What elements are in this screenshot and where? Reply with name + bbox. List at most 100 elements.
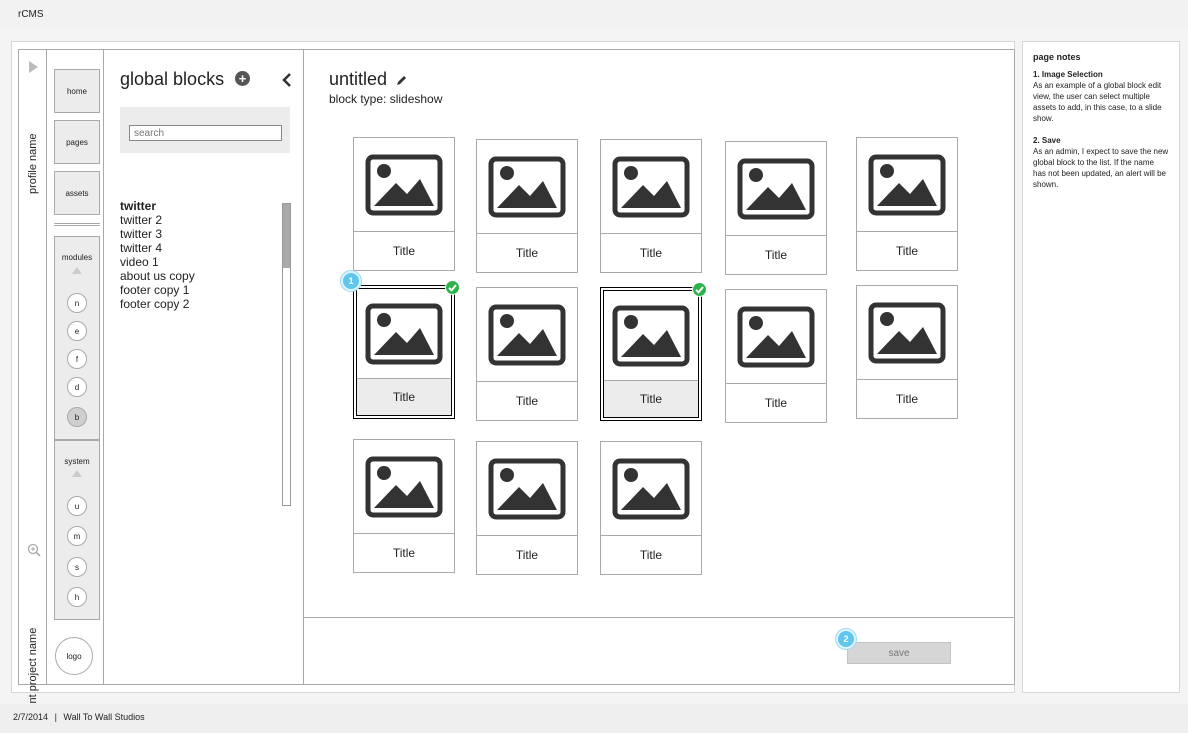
list-scrollbar[interactable] (282, 203, 291, 506)
collapse-panel-icon[interactable] (280, 71, 294, 89)
asset-thumbnail[interactable] (477, 140, 577, 234)
footer-meta: 2/7/2014 | Wall To Wall Studios (13, 712, 145, 722)
expand-play-icon[interactable] (29, 61, 38, 73)
profile-name[interactable]: profile name (27, 133, 39, 194)
asset-title: Title (515, 246, 539, 260)
image-placeholder-icon (488, 458, 566, 519)
panel-title: global blocks (120, 69, 225, 89)
note-1-title: 1. Image Selection (1033, 70, 1103, 79)
top-bar: rCMS (0, 0, 1188, 30)
asset-card[interactable]: Title (353, 285, 455, 419)
asset-title: Title (895, 392, 919, 406)
module-e-button[interactable]: e (67, 321, 87, 341)
footer-studio: Wall To Wall Studios (63, 712, 145, 722)
modules-label[interactable]: modules (55, 253, 99, 262)
list-item[interactable]: footer copy 2 (120, 297, 300, 311)
asset-card[interactable]: Title (476, 441, 578, 575)
note-2-title: 2. Save (1033, 136, 1061, 145)
module-b-button[interactable]: b (67, 407, 87, 427)
asset-card[interactable]: Title (353, 137, 455, 271)
system-s-button[interactable]: s (67, 557, 87, 577)
image-placeholder-icon (488, 156, 566, 217)
image-placeholder-icon (868, 302, 946, 363)
system-m-button[interactable]: m (67, 526, 87, 546)
asset-thumbnail[interactable] (857, 138, 957, 232)
asset-card[interactable]: Title (725, 289, 827, 423)
list-item[interactable]: twitter 2 (120, 213, 300, 227)
blocks-list: twitter twitter 2 twitter 3 twitter 4 vi… (107, 199, 300, 311)
asset-card[interactable]: Title (725, 141, 827, 275)
footer-bar: 2/7/2014 | Wall To Wall Studios (0, 704, 1188, 733)
asset-card[interactable]: Title (476, 139, 578, 273)
note-1: 1. Image Selection As an example of a gl… (1033, 69, 1169, 124)
image-placeholder-icon (612, 305, 690, 366)
note-badge-1: 1 (341, 271, 361, 291)
module-d-button[interactable]: d (67, 377, 87, 397)
nav-assets-button[interactable]: assets (54, 171, 100, 215)
asset-title: Title (639, 548, 663, 562)
list-item[interactable]: about us copy (120, 269, 300, 283)
search-input[interactable] (129, 125, 282, 141)
image-placeholder-icon (365, 154, 443, 215)
asset-thumbnail[interactable] (357, 289, 451, 379)
system-label[interactable]: system (55, 457, 99, 466)
asset-thumbnail[interactable] (604, 291, 698, 381)
nav-divider (54, 223, 100, 226)
asset-thumbnail[interactable] (726, 290, 826, 384)
note-2-body: As an admin, I expect to save the new gl… (1033, 147, 1169, 189)
list-item[interactable]: twitter 3 (120, 227, 300, 241)
asset-title: Title (515, 394, 539, 408)
edit-pencil-icon[interactable] (396, 74, 408, 86)
asset-thumbnail[interactable] (857, 286, 957, 380)
logo[interactable]: logo (55, 637, 93, 675)
action-bar: save (303, 617, 1015, 685)
asset-thumbnail[interactable] (354, 138, 454, 232)
list-item[interactable]: twitter (120, 199, 300, 213)
block-type-label: block type: slideshow (329, 92, 443, 106)
nav-home-button[interactable]: home (54, 69, 100, 113)
asset-card[interactable]: Title (600, 441, 702, 575)
side-rail: profile name client project name (18, 49, 47, 720)
asset-card[interactable]: Title (856, 285, 958, 419)
system-h-button[interactable]: h (67, 587, 87, 607)
search-area (120, 107, 290, 153)
asset-card[interactable]: Title (353, 439, 455, 573)
note-2: 2. Save As an admin, I expect to save th… (1033, 135, 1169, 190)
list-item[interactable]: twitter 4 (120, 241, 300, 255)
modules-collapse-icon[interactable] (72, 267, 82, 274)
image-placeholder-icon (868, 154, 946, 215)
selected-check-icon (692, 282, 707, 297)
nav-pages-button[interactable]: pages (54, 120, 100, 164)
system-collapse-icon[interactable] (72, 470, 82, 477)
asset-thumbnail[interactable] (477, 442, 577, 536)
system-u-button[interactable]: u (67, 496, 87, 516)
asset-card[interactable]: Title (600, 139, 702, 273)
asset-card[interactable]: Title (476, 287, 578, 421)
asset-thumbnail[interactable] (601, 442, 701, 536)
asset-thumbnail[interactable] (601, 140, 701, 234)
asset-title: Title (639, 246, 663, 260)
zoom-in-icon[interactable] (27, 543, 41, 557)
list-item[interactable]: video 1 (120, 255, 300, 269)
image-placeholder-icon (737, 158, 815, 219)
save-button[interactable]: save (847, 642, 951, 664)
note-1-body: As an example of a global block edit vie… (1033, 81, 1162, 123)
asset-card[interactable]: Title (600, 287, 702, 421)
asset-title: Title (392, 546, 416, 560)
asset-title: Title (515, 548, 539, 562)
block-title[interactable]: untitled (329, 69, 387, 90)
asset-thumbnail[interactable] (726, 142, 826, 236)
module-f-button[interactable]: f (67, 349, 87, 369)
asset-card[interactable]: Title (856, 137, 958, 271)
global-blocks-panel: global blocks + twitter twitter 2 twitte… (103, 49, 304, 685)
note-badge-2: 2 (836, 629, 856, 649)
asset-thumbnail[interactable] (477, 288, 577, 382)
scrollbar-thumb[interactable] (283, 204, 290, 268)
module-n-button[interactable]: n (67, 293, 87, 313)
image-placeholder-icon (612, 156, 690, 217)
asset-thumbnail[interactable] (354, 440, 454, 534)
list-item[interactable]: footer copy 1 (120, 283, 300, 297)
footer-date: 2/7/2014 (13, 712, 49, 722)
add-block-icon[interactable]: + (235, 71, 250, 86)
image-placeholder-icon (365, 303, 443, 364)
